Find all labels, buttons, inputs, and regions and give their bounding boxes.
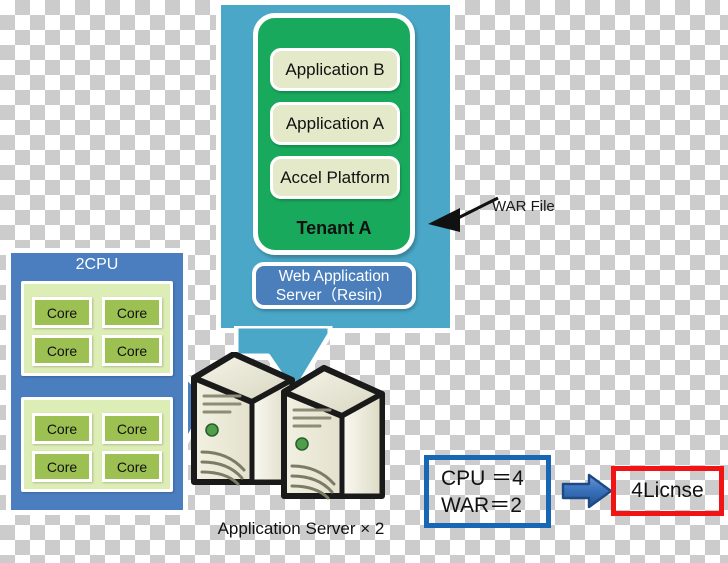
application-a-label: Application A — [285, 113, 385, 133]
application-b-label: Application B — [285, 59, 385, 79]
core-label: Core — [116, 304, 148, 321]
diagram-canvas: Application B Application A Accel Platfo… — [0, 0, 728, 563]
web-application-server-box[interactable]: Web Application Server（Resin） — [252, 262, 416, 309]
cpu-panel-title: 2CPU — [75, 256, 119, 273]
core-label: Core — [46, 458, 78, 475]
core-label: Core — [116, 420, 148, 437]
core-cell[interactable]: Core — [32, 297, 92, 328]
core-label: Core — [46, 304, 78, 321]
core-cell[interactable]: Core — [32, 451, 92, 482]
cpu-group-2: Core Core Core Core — [21, 397, 173, 492]
core-label: Core — [116, 342, 148, 359]
accel-platform-label: Accel Platform — [280, 167, 390, 187]
application-a-box[interactable]: Application A — [270, 102, 400, 145]
core-cell[interactable]: Core — [32, 413, 92, 444]
core-cell[interactable]: Core — [102, 451, 162, 482]
core-label: Core — [46, 342, 78, 359]
core-cell[interactable]: Core — [102, 297, 162, 328]
core-label: Core — [46, 420, 78, 437]
core-cell[interactable]: Core — [32, 335, 92, 366]
was-line-2: Server（Resin） — [275, 286, 393, 304]
cpu-group-1: Core Core Core Core — [21, 281, 173, 376]
license-result-box: 4Licnse — [611, 466, 724, 516]
formula-war-line: WAR＝2 — [441, 493, 522, 517]
result-arrow-icon — [561, 472, 613, 510]
core-cell[interactable]: Core — [102, 335, 162, 366]
tenant-container: Application B Application A Accel Platfo… — [253, 13, 415, 255]
accel-platform-box[interactable]: Accel Platform — [270, 156, 400, 199]
formula-box: CPU ＝4 WAR＝2 — [424, 455, 551, 528]
tenant-a-label: Tenant A — [296, 218, 372, 238]
core-cell[interactable]: Core — [102, 413, 162, 444]
core-label: Core — [116, 458, 148, 475]
license-result-label: 4Licnse — [631, 479, 704, 502]
application-b-box[interactable]: Application B — [270, 48, 400, 91]
formula-cpu-line: CPU ＝4 — [441, 466, 524, 490]
application-server-label: Application Server × 2 — [217, 519, 385, 538]
war-file-arrow-icon — [420, 192, 500, 240]
war-file-label: WAR File — [492, 198, 555, 215]
was-line-1: Web Application — [278, 267, 390, 285]
server-tower-icon — [186, 352, 404, 512]
